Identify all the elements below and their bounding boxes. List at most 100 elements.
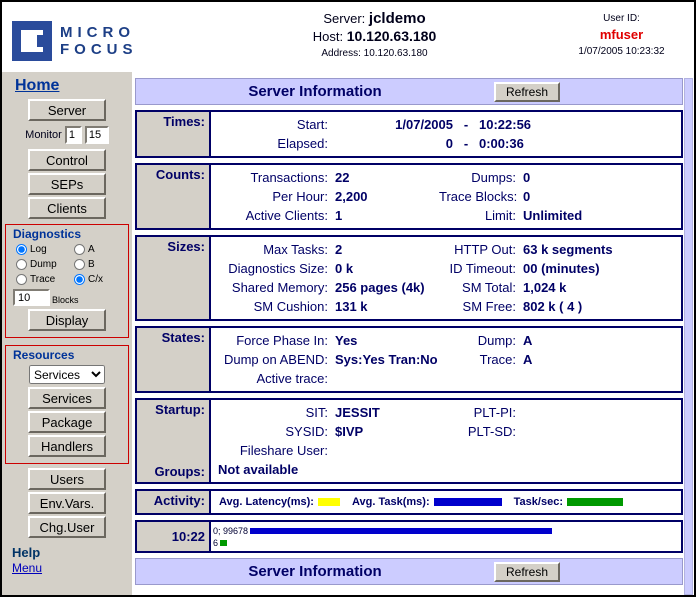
table-row: Shared Memory: 256 pages (4k) SM Total: … (213, 278, 677, 297)
radio-label: Trace (30, 274, 55, 285)
task-sec-color-bar (567, 498, 623, 506)
header: MICRO FOCUS Server: jcldemo Host: 10.120… (2, 2, 694, 72)
env-vars-button[interactable]: Env.Vars. (28, 492, 106, 514)
seps-button[interactable]: SEPs (28, 173, 106, 195)
field-label: SM Free: (439, 297, 523, 316)
cx-radio[interactable] (74, 274, 85, 285)
monitor-row: Monitor (25, 124, 109, 146)
refresh-button-bottom[interactable]: Refresh (494, 562, 560, 582)
legend-item-task-ms: Avg. Task(ms): (352, 496, 502, 508)
body: Home Server Monitor Control SEPs Clients… (2, 72, 694, 595)
legend-item-task-sec: Task/sec: (514, 496, 623, 508)
diagnostics-group: Diagnostics Log A Dump (5, 224, 129, 338)
dump-radio-option[interactable]: Dump (16, 257, 74, 272)
field-value: A (523, 331, 677, 350)
field-label (439, 441, 523, 460)
monitor-count-input[interactable] (85, 126, 109, 144)
trace-radio[interactable] (16, 274, 27, 285)
activity-legend: Avg. Latency(ms): Avg. Task(ms): Task/se… (211, 491, 681, 513)
counts-section: Counts: Transactions: 22 Dumps: 0 Per Ho… (135, 163, 683, 230)
counts-content: Transactions: 22 Dumps: 0 Per Hour: 2,20… (211, 165, 681, 228)
b-radio[interactable] (74, 259, 85, 270)
field-label: ID Timeout: (439, 259, 523, 278)
dump-radio[interactable] (16, 259, 27, 270)
menu-link[interactable]: Menu (12, 561, 42, 575)
table-row: SIT: JESSIT PLT-PI: (213, 403, 677, 422)
field-label: Per Hour: (213, 187, 335, 206)
states-section: States: Force Phase In: Yes Dump: A Dump… (135, 326, 683, 393)
host-label: Host: (313, 29, 343, 44)
b-radio-option[interactable]: B (74, 257, 118, 272)
user-id-label: User ID: (559, 13, 684, 24)
radio-label: Log (30, 244, 47, 255)
control-button[interactable]: Control (28, 149, 106, 171)
activity-time-label: 10:22 (137, 522, 211, 551)
startup-label-cell: Startup: Groups: (137, 400, 211, 482)
field-separator: - (453, 115, 479, 134)
help-label: Help (12, 545, 40, 560)
times-content: Start: 1/07/2005 - 10:22:56 Elapsed: 0 -… (211, 112, 681, 156)
resources-select[interactable]: Services (29, 365, 105, 384)
table-row: Force Phase In: Yes Dump: A (213, 331, 677, 350)
field-value: $IVP (335, 422, 439, 441)
cx-radio-option[interactable]: C/x (74, 272, 118, 287)
field-label: Force Phase In: (213, 331, 335, 350)
sizes-section: Sizes: Max Tasks: 2 HTTP Out: 63 k segme… (135, 235, 683, 321)
radio-label: A (88, 244, 95, 255)
table-row: Fileshare User: (213, 441, 677, 460)
monitor-interval-input[interactable] (65, 126, 82, 144)
users-button[interactable]: Users (28, 468, 106, 490)
field-label: Limit: (439, 206, 523, 225)
field-value: 63 k segments (523, 240, 677, 259)
blocks-input[interactable] (13, 289, 50, 306)
a-radio[interactable] (74, 244, 85, 255)
handlers-button[interactable]: Handlers (28, 435, 106, 457)
groups-label: Groups: (137, 464, 205, 479)
diagnostics-radio-grid: Log A Dump B (16, 242, 118, 287)
chg-user-button[interactable]: Chg.User (28, 516, 106, 538)
log-radio[interactable] (16, 244, 27, 255)
counts-label: Counts: (137, 165, 211, 228)
field-value: JESSIT (335, 403, 439, 422)
sections: Server Information Refresh Times: Start:… (135, 78, 683, 595)
radio-label: C/x (88, 274, 103, 285)
field-label: Trace: (439, 350, 523, 369)
field-value (335, 369, 439, 388)
refresh-button-top[interactable]: Refresh (494, 82, 560, 102)
resources-title: Resources (13, 348, 74, 362)
field-label: PLT-SD: (439, 422, 523, 441)
field-label: Diagnostics Size: (213, 259, 335, 278)
table-row: Diagnostics Size: 0 k ID Timeout: 00 (mi… (213, 259, 677, 278)
field-value: 22 (335, 168, 439, 187)
server-button[interactable]: Server (28, 99, 106, 121)
clients-button[interactable]: Clients (28, 197, 106, 219)
address-line: Address: 10.120.63.180 (190, 48, 559, 59)
activity-line: 0; 99678 (213, 525, 677, 537)
field-label: Active trace: (213, 369, 335, 388)
field-label: SM Cushion: (213, 297, 335, 316)
activity-data: 0; 99678 6 (211, 522, 681, 551)
a-radio-option[interactable]: A (74, 242, 118, 257)
services-button[interactable]: Services (28, 387, 106, 409)
field-label: HTTP Out: (439, 240, 523, 259)
monitor-label: Monitor (25, 129, 62, 141)
field-value (523, 369, 677, 388)
package-button[interactable]: Package (28, 411, 106, 433)
activity-label: Activity: (137, 491, 211, 513)
field-label (439, 369, 523, 388)
field-label: Dump: (439, 331, 523, 350)
field-label: SM Total: (439, 278, 523, 297)
home-link[interactable]: Home (15, 77, 59, 95)
field-value: 1,024 k (523, 278, 677, 297)
field-value: 256 pages (4k) (335, 278, 439, 297)
table-row: Dump on ABEND: Sys:Yes Tran:No Trace: A (213, 350, 677, 369)
times-label: Times: (137, 112, 211, 156)
trace-radio-option[interactable]: Trace (16, 272, 74, 287)
host-value: 10.120.63.180 (347, 28, 437, 44)
log-radio-option[interactable]: Log (16, 242, 74, 257)
radio-label: Dump (30, 259, 57, 270)
scrollbar[interactable] (684, 78, 693, 595)
display-button[interactable]: Display (28, 309, 106, 331)
field-value: 0 (335, 134, 453, 153)
activity-line: 6 (213, 537, 677, 549)
